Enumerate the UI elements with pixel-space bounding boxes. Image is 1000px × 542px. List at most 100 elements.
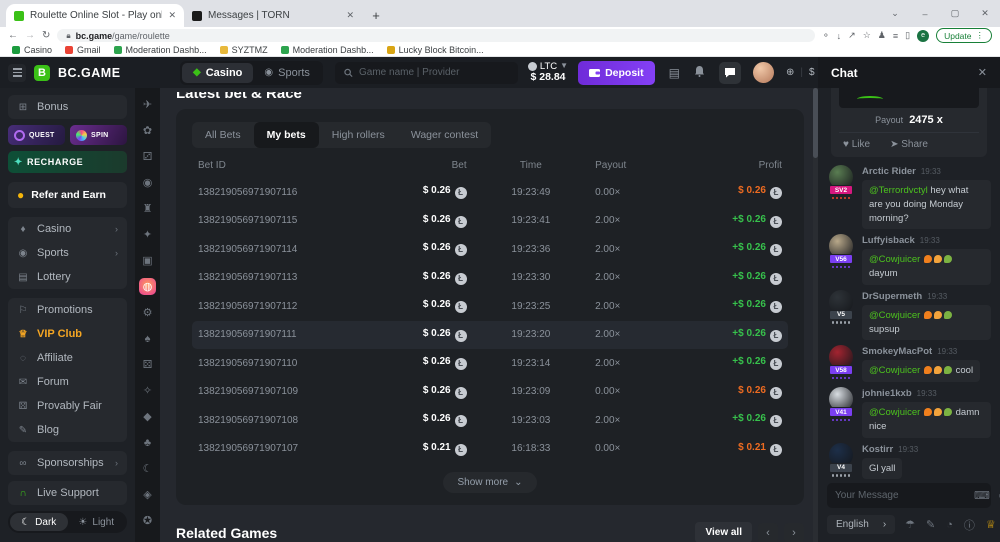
currency-selector[interactable]: LTC▼ $ 28.84 <box>528 62 568 84</box>
tab-high-rollers[interactable]: High rollers <box>319 122 398 148</box>
rail-icon-crash[interactable]: ✈ <box>139 96 156 113</box>
chat-bubble[interactable]: @Terrordvctyl hey what are you doing Mon… <box>862 180 991 229</box>
table-row[interactable]: 138219056971907114$ 0.26Ł19:23:362.00×+$… <box>192 235 788 264</box>
tab-my-bets[interactable]: My bets <box>254 122 319 148</box>
rail-icon-hash-dice[interactable]: ⚙ <box>139 304 156 321</box>
new-tab-button[interactable]: + <box>366 5 386 25</box>
minimize-icon[interactable]: – <box>910 9 940 19</box>
deposit-button[interactable]: Deposit <box>578 61 655 85</box>
chat-message-list[interactable]: Payout 2475 x ♥ Like ➤ Share SV2Arctic R… <box>818 88 1000 479</box>
chat-rules-icon[interactable]: ✎ <box>926 518 935 531</box>
browser-tab[interactable]: Roulette Online Slot - Play onlin✕ <box>6 4 184 27</box>
browser-profile-avatar[interactable]: e <box>917 30 929 42</box>
share-button[interactable]: ➤ Share <box>890 139 928 150</box>
dark-mode-button[interactable]: ☾Dark <box>10 513 68 531</box>
like-button[interactable]: ♥ Like <box>843 139 870 150</box>
address-bar[interactable]: 🔒︎ bc.game/game/roulette <box>57 29 815 42</box>
rail-icon-wheel[interactable]: ✪ <box>139 512 156 529</box>
sidebar-item-lottery[interactable]: ▤Lottery <box>8 265 127 289</box>
game-search[interactable] <box>335 62 518 84</box>
sidebar-item-affiliate[interactable]: ◌Affiliate <box>8 346 127 370</box>
search-input[interactable] <box>359 67 509 78</box>
rail-icon-twist[interactable]: ✦ <box>139 226 156 243</box>
bookmark-star-icon[interactable]: ☆ <box>863 30 871 41</box>
sidebar-item-forum[interactable]: ✉Forum <box>8 370 127 394</box>
recharge-button[interactable]: ✦RECHARGE <box>8 151 127 173</box>
tab-all-bets[interactable]: All Bets <box>192 122 254 148</box>
table-row[interactable]: 138219056971907107$ 0.21Ł16:18:330.00×$ … <box>192 435 788 464</box>
tab-wager-contest[interactable]: Wager contest <box>398 122 491 148</box>
chat-bubble[interactable]: @Cowjuicer damn nice <box>862 402 991 438</box>
bookmark-item[interactable]: Moderation Dashb... <box>281 45 374 55</box>
reading-list-icon[interactable]: ≡ <box>893 31 898 41</box>
gif-keyboard-icon[interactable]: ⌨ <box>974 489 990 502</box>
chat-message-input[interactable] <box>835 490 967 501</box>
reload-icon[interactable]: ↻ <box>42 30 50 41</box>
rail-icon-ball[interactable]: ◉ <box>139 174 156 191</box>
rail-icon-crystal[interactable]: ◈ <box>139 486 156 503</box>
rail-icon-roulette[interactable]: ◍ <box>139 278 156 295</box>
chat-bubble[interactable]: @Cowjuicer supsup <box>862 305 991 341</box>
trophy-icon[interactable]: ♕ <box>986 518 996 531</box>
rail-icon-gem[interactable]: ◆ <box>139 408 156 425</box>
rail-icon-spin-game[interactable]: ✧ <box>139 382 156 399</box>
chat-close-icon[interactable]: ✕ <box>978 66 987 79</box>
back-icon[interactable]: ← <box>8 30 18 41</box>
update-button[interactable]: Update⋮ <box>936 28 992 43</box>
rail-icon-moon-game[interactable]: ☾ <box>139 460 156 477</box>
carousel-prev-icon[interactable]: ‹ <box>758 523 778 542</box>
mention-link[interactable]: @Cowjuicer <box>869 407 920 418</box>
key-icon[interactable]: ⚬ <box>822 30 830 41</box>
table-row[interactable]: 138219056971907109$ 0.26Ł19:23:090.00×$ … <box>192 378 788 407</box>
bookmark-item[interactable]: Casino <box>12 45 52 55</box>
language-selector[interactable]: English› <box>827 515 895 534</box>
bcgame-logo-icon[interactable]: B <box>34 65 50 81</box>
bookmark-item[interactable]: Lucky Block Bitcoin... <box>387 45 484 55</box>
brand-name[interactable]: BC.GAME <box>58 66 121 80</box>
install-icon[interactable]: ↓ <box>837 31 842 41</box>
side-panel-icon[interactable]: ▯ <box>905 30 910 41</box>
rail-icon-tower[interactable]: ♜ <box>139 200 156 217</box>
rail-icon-classic-dice[interactable]: ⚂ <box>139 148 156 165</box>
table-row[interactable]: 138219056971907115$ 0.26Ł19:23:412.00×+$… <box>192 207 788 236</box>
table-row[interactable]: 138219056971907116$ 0.26Ł19:23:490.00×$ … <box>192 178 788 207</box>
info-icon[interactable]: ⓘ <box>964 517 975 533</box>
sidebar-item-sponsorships[interactable]: ∞Sponsorships› <box>8 451 127 475</box>
light-mode-button[interactable]: ☀Light <box>68 513 126 531</box>
tab-casino[interactable]: ◆Casino <box>182 63 253 83</box>
table-row[interactable]: 138219056971907112$ 0.26Ł19:23:252.00×+$… <box>192 292 788 321</box>
bookmark-item[interactable]: Moderation Dashb... <box>114 45 207 55</box>
table-row[interactable]: 138219056971907113$ 0.26Ł19:23:302.00×+$… <box>192 264 788 293</box>
tab-search-icon[interactable]: ⌄ <box>880 8 910 19</box>
tab-close-icon[interactable]: ✕ <box>168 10 176 21</box>
hamburger-menu-icon[interactable] <box>8 64 26 82</box>
vault-icon[interactable]: ▤ <box>669 66 680 80</box>
rail-icon-ultimate-dice[interactable]: ⚄ <box>139 356 156 373</box>
bookmark-item[interactable]: Gmail <box>65 45 101 55</box>
coin-drop-icon[interactable]: ◔ <box>946 519 953 531</box>
sidebar-item-provably-fair[interactable]: ⚄Provably Fair <box>8 394 127 418</box>
share-icon[interactable]: ↗ <box>848 30 856 41</box>
chat-bubble[interactable]: @Cowjuicer dayum <box>862 249 991 285</box>
table-row[interactable]: 138219056971907108$ 0.26Ł19:23:032.00×+$… <box>192 406 788 435</box>
table-row[interactable]: 138219056971907110$ 0.26Ł19:23:142.00×+$… <box>192 349 788 378</box>
spin-button[interactable]: SPIN <box>70 125 127 145</box>
rain-icon[interactable]: ☂ <box>905 518 915 531</box>
sidebar-item-blog[interactable]: ✎Blog <box>8 418 127 442</box>
sidebar-item-promotions[interactable]: ⚐Promotions <box>8 298 127 322</box>
tab-sports[interactable]: ◉Sports <box>253 63 321 83</box>
show-more-button[interactable]: Show more⌄ <box>443 472 538 493</box>
globe-icon[interactable]: ⊕ <box>786 67 794 78</box>
rail-icon-flower[interactable]: ✿ <box>139 122 156 139</box>
mention-link[interactable]: @Cowjuicer <box>869 365 920 376</box>
forward-icon[interactable]: → <box>25 30 35 41</box>
rail-icon-poker[interactable]: ♠ <box>139 330 156 347</box>
mention-link[interactable]: @Terrordvctyl <box>869 185 928 196</box>
user-avatar[interactable] <box>753 62 774 83</box>
mention-link[interactable]: @Cowjuicer <box>869 254 920 265</box>
sidebar-item-live-support[interactable]: ∩Live Support <box>8 481 127 505</box>
quest-button[interactable]: QUEST <box>8 125 65 145</box>
mention-link[interactable]: @Cowjuicer <box>869 310 920 321</box>
table-row[interactable]: 138219056971907111$ 0.26Ł19:23:202.00×+$… <box>192 321 788 350</box>
maximize-icon[interactable]: ▢ <box>940 8 970 19</box>
